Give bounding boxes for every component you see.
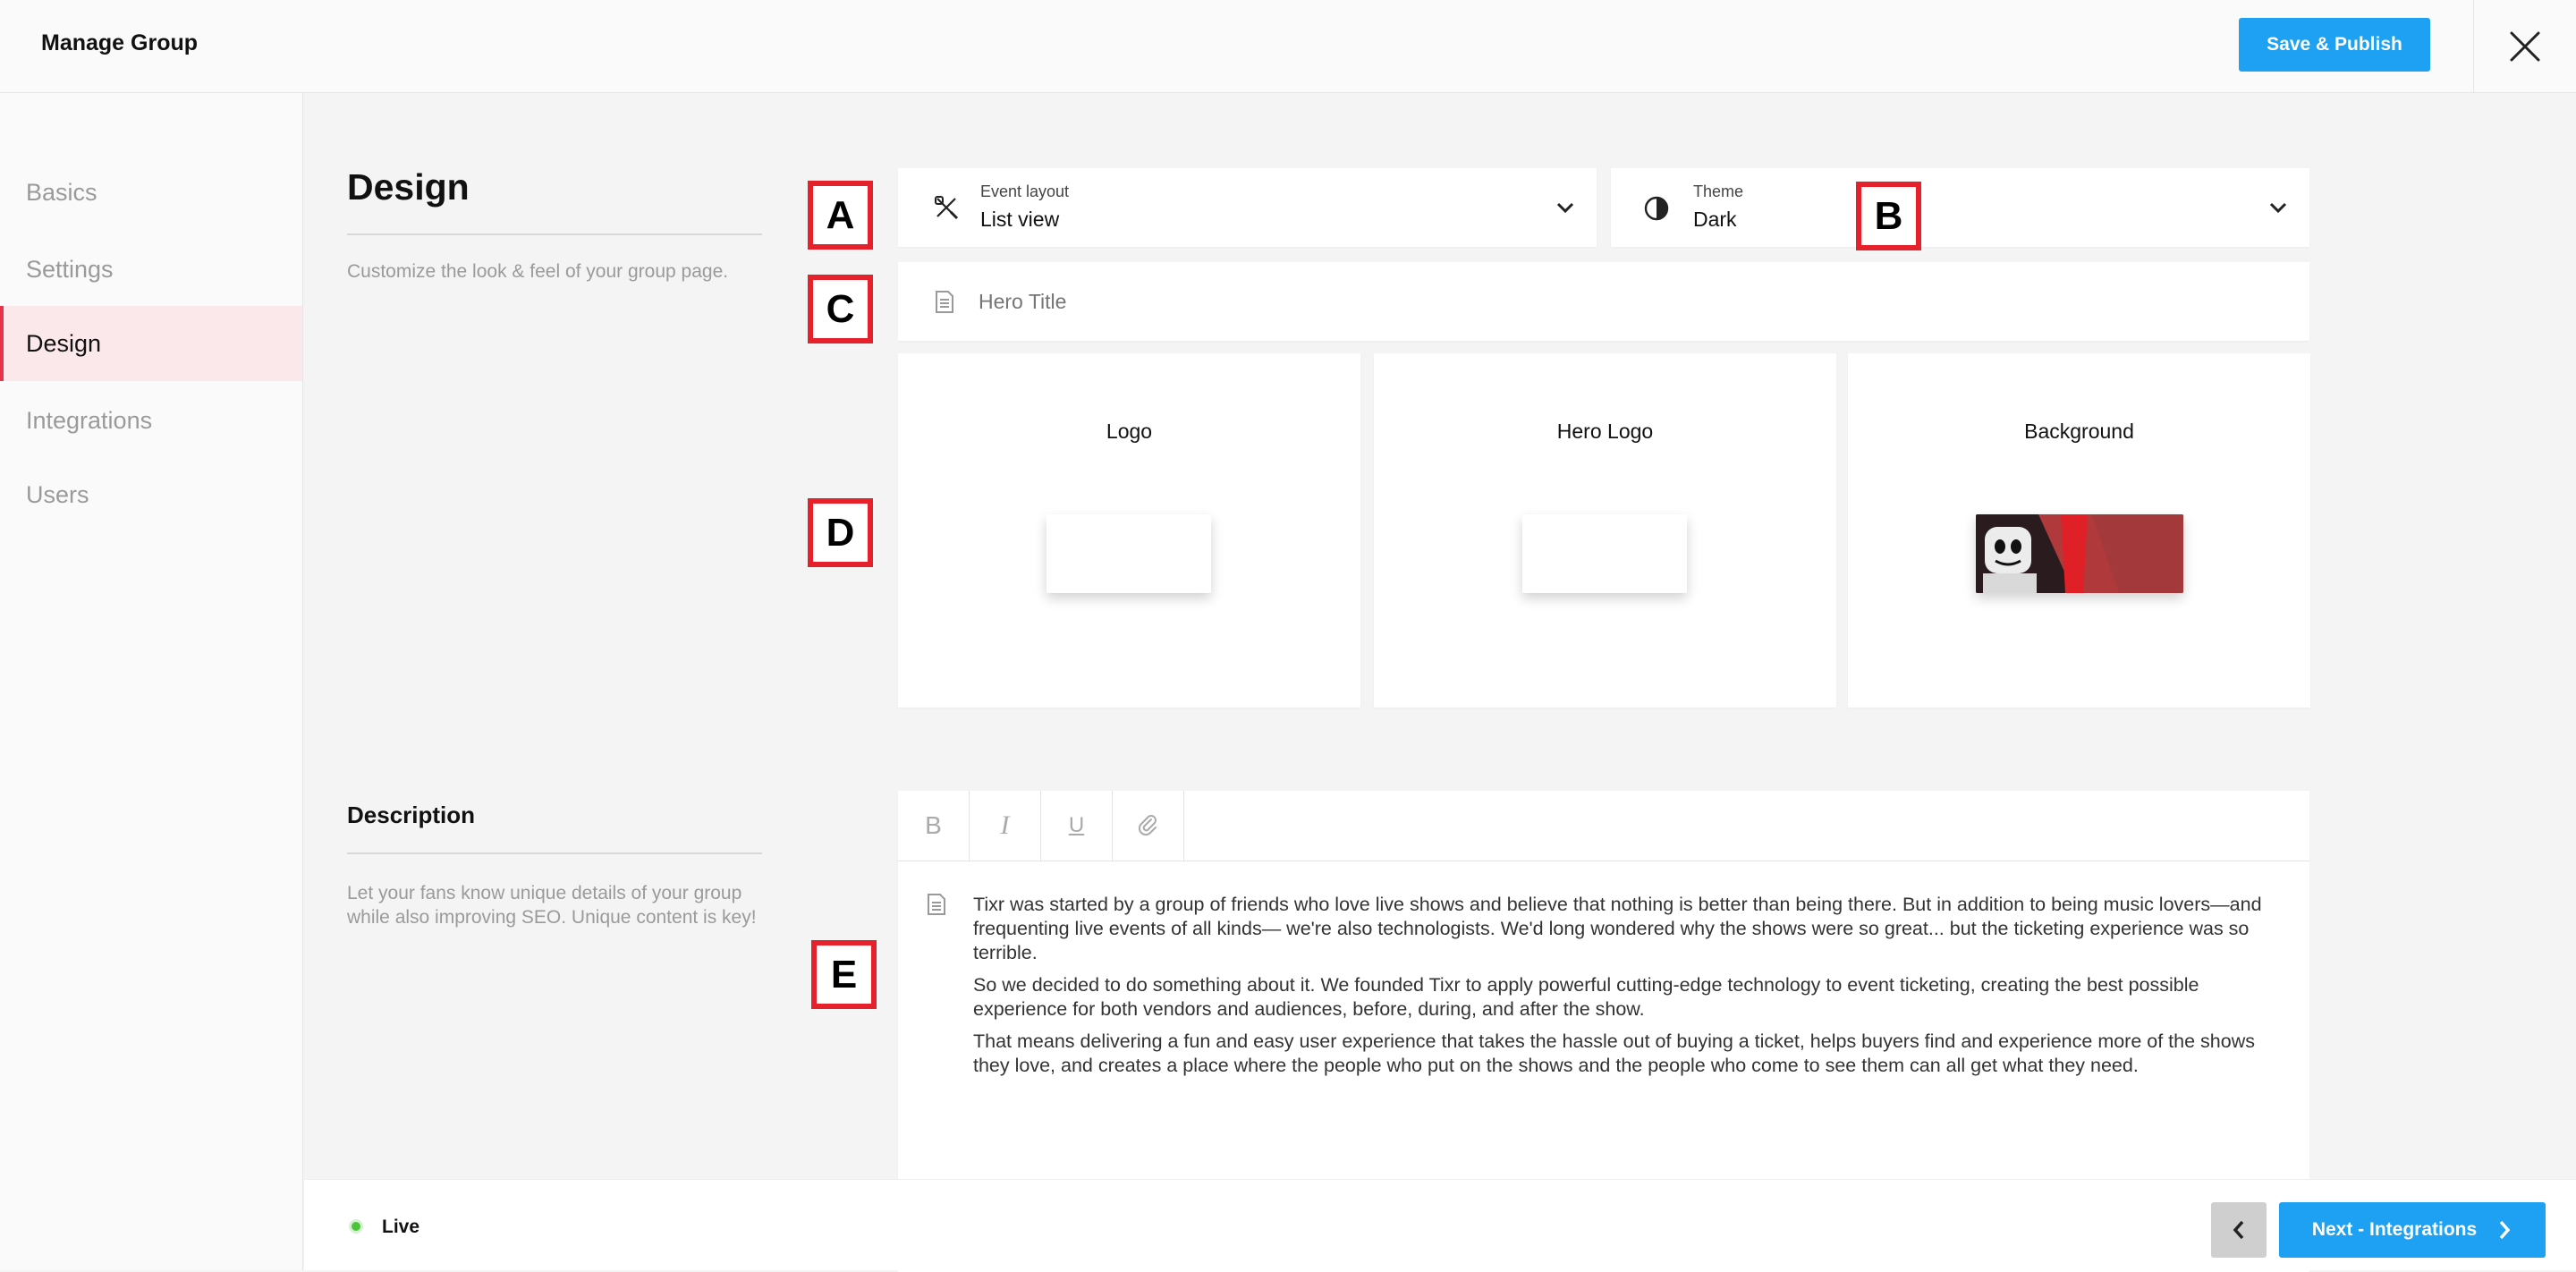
close-button[interactable] <box>2473 0 2576 93</box>
italic-icon: I <box>1000 810 1010 840</box>
layout-tools-icon <box>935 196 959 220</box>
sidebar: Basics Settings Design Integrations User… <box>0 93 303 1270</box>
marker-c: C <box>808 275 873 343</box>
chevron-left-icon <box>2233 1220 2244 1240</box>
marker-e: E <box>811 940 877 1009</box>
description-text[interactable]: Tixr was started by a group of friends w… <box>973 893 2288 1086</box>
sidebar-item-settings[interactable]: Settings <box>0 232 302 307</box>
previous-button[interactable] <box>2211 1202 2267 1258</box>
hero-logo-upload-card[interactable]: Hero Logo <box>1374 353 1836 708</box>
background-label: Background <box>2024 420 2134 443</box>
description-paragraph: Tixr was started by a group of friends w… <box>973 894 2262 963</box>
description-section-subtitle: Let your fans know unique details of you… <box>347 883 757 928</box>
logo-upload-card[interactable]: Logo <box>898 353 1360 708</box>
next-button-label: Next - Integrations <box>2311 1219 2478 1240</box>
description-divider <box>347 852 762 854</box>
background-upload-card[interactable]: Background <box>1848 353 2310 708</box>
event-layout-dropdown[interactable]: Event layout List view <box>898 168 1597 247</box>
sidebar-item-users[interactable]: Users <box>0 457 302 532</box>
top-bar: Manage Group Save & Publish <box>0 0 2576 93</box>
underline-icon: U <box>1068 813 1085 837</box>
description-section-title: Description <box>347 801 476 828</box>
main-content: Design Customize the look & feel of your… <box>304 93 2576 1272</box>
description-paragraph: So we decided to do something about it. … <box>973 974 2199 1020</box>
hero-title-input[interactable] <box>979 284 2284 319</box>
logo-label: Logo <box>1106 420 1153 443</box>
close-icon <box>2510 31 2540 62</box>
bold-button[interactable]: B <box>898 791 970 861</box>
live-status-label: Live <box>382 1217 420 1237</box>
footer-bar: Live Next - Integrations <box>304 1179 2576 1270</box>
event-layout-value: List view <box>980 208 1060 231</box>
theme-dropdown[interactable]: Theme Dark <box>1611 168 2309 247</box>
sidebar-item-design[interactable]: Design <box>0 306 302 381</box>
design-section-subtitle: Customize the look & feel of your group … <box>347 261 729 282</box>
hero-title-field <box>898 262 2309 341</box>
live-status-dot <box>349 1219 363 1234</box>
italic-button[interactable]: I <box>970 791 1041 861</box>
sidebar-item-integrations[interactable]: Integrations <box>0 383 302 458</box>
chevron-down-icon <box>2269 202 2287 214</box>
editor-toolbar: B I U <box>898 791 2309 861</box>
sidebar-item-label: Settings <box>26 255 114 283</box>
background-image <box>1976 514 2183 593</box>
contrast-icon <box>1644 196 1669 221</box>
document-icon <box>936 291 953 313</box>
chevron-right-icon <box>2499 1220 2511 1240</box>
underline-button[interactable]: U <box>1041 791 1113 861</box>
sidebar-item-label: Basics <box>26 178 97 206</box>
bold-icon: B <box>925 811 942 839</box>
theme-label: Theme <box>1693 182 1744 200</box>
sidebar-item-label: Design <box>26 329 102 357</box>
sidebar-item-label: Integrations <box>26 406 153 434</box>
sidebar-item-basics[interactable]: Basics <box>0 155 302 230</box>
sidebar-item-label: Users <box>26 480 89 508</box>
next-integrations-button[interactable]: Next - Integrations <box>2279 1202 2546 1258</box>
chevron-down-icon <box>1556 202 1574 214</box>
hero-logo-thumbnail <box>1522 514 1687 593</box>
description-paragraph: That means delivering a fun and easy use… <box>973 1030 2255 1076</box>
hero-logo-label: Hero Logo <box>1556 420 1654 443</box>
marker-d: D <box>808 498 873 567</box>
marker-a: A <box>808 181 873 250</box>
logo-thumbnail <box>1046 514 1211 593</box>
theme-value: Dark <box>1693 208 1737 231</box>
design-section-title: Design <box>347 166 470 208</box>
document-icon <box>928 894 945 915</box>
save-publish-button[interactable]: Save & Publish <box>2239 18 2430 72</box>
marker-b: B <box>1856 182 1921 250</box>
link-button[interactable] <box>1113 791 1184 861</box>
page-title: Manage Group <box>41 30 199 55</box>
link-icon <box>1138 815 1157 836</box>
background-thumbnail <box>1976 514 2183 593</box>
event-layout-label: Event layout <box>980 182 1070 200</box>
design-divider <box>347 233 762 235</box>
